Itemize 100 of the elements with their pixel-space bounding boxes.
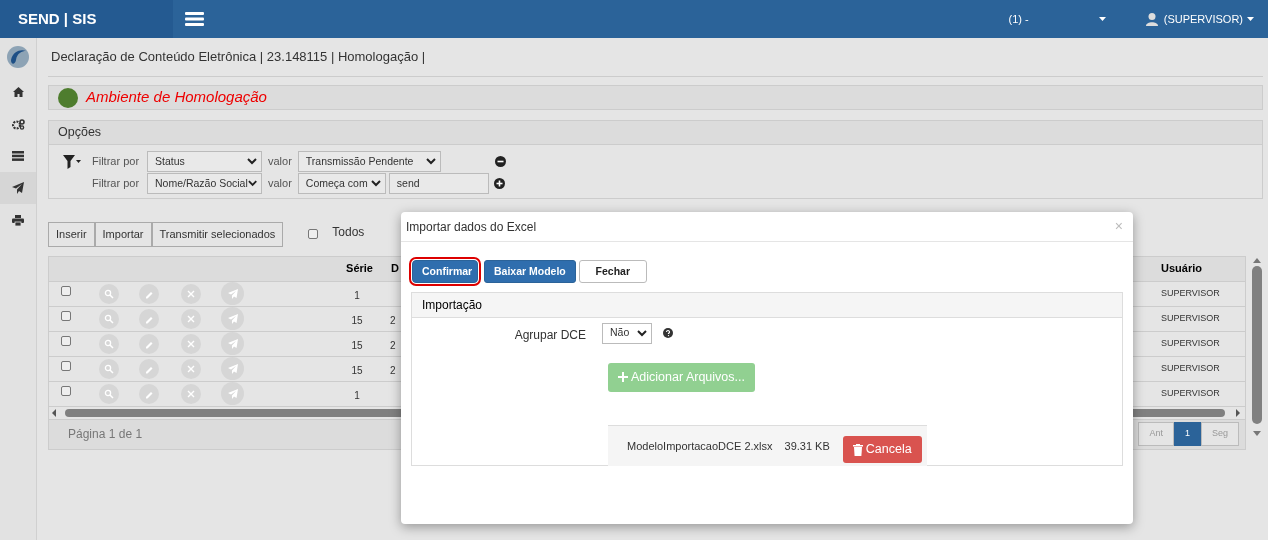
filter-icon[interactable]	[63, 155, 81, 169]
checkbox[interactable]	[308, 229, 319, 240]
table-cell-text: 2	[390, 314, 397, 328]
close-icon	[186, 313, 196, 324]
list-icon[interactable]	[12, 151, 24, 161]
action-button[interactable]	[221, 382, 244, 405]
table-cell-text: SUPERVISOR	[1161, 336, 1221, 350]
company-selector[interactable]: (1) -	[1008, 10, 1029, 28]
page-button[interactable]: 1	[1173, 422, 1201, 446]
checkbox-label: Todos	[332, 224, 365, 242]
table-cell-text: SUPERVISOR	[1161, 386, 1221, 400]
toolbar-button[interactable]: Importar	[94, 222, 152, 247]
close-icon	[186, 363, 196, 374]
home-icon[interactable]	[12, 87, 24, 97]
row-checkbox[interactable]	[61, 285, 71, 296]
table-cell-text: SUPERVISOR	[1161, 361, 1221, 375]
action-button[interactable]	[139, 383, 159, 404]
chevron-icon	[247, 158, 257, 165]
field-label: valor	[268, 176, 292, 192]
action-button[interactable]	[221, 307, 244, 330]
row-checkbox[interactable]	[61, 335, 71, 346]
gears-icon[interactable]	[11, 118, 25, 130]
close-icon	[186, 338, 196, 349]
column-header: Série	[345, 261, 373, 277]
row-checkbox[interactable]	[61, 310, 71, 321]
table-cell-text: SUPERVISOR	[1161, 311, 1221, 325]
table-cell-text: 15	[350, 339, 364, 353]
action-button[interactable]	[99, 383, 119, 404]
table-cell-text: 15	[350, 314, 364, 328]
action-button[interactable]	[99, 358, 119, 379]
filter-select[interactable]: Nome/Razão Social	[147, 173, 262, 194]
caret-icon	[1098, 17, 1106, 21]
action-button[interactable]	[181, 333, 201, 354]
field-label: valor	[268, 154, 292, 170]
file-name: ModeloImportacaoDCE 2.xlsx	[627, 438, 773, 454]
user-menu[interactable]: (SUPERVISOR)	[1163, 10, 1243, 28]
value-select[interactable]: Transmissão Pendente	[297, 151, 441, 172]
breadcrumb: Declaração de Conteúdo Eletrônica | 23.148115 | Homologação |	[51, 48, 426, 67]
status-dot	[58, 87, 78, 108]
add-filter-icon[interactable]	[493, 178, 505, 189]
send-icon[interactable]	[12, 182, 24, 194]
help-icon[interactable]	[663, 328, 673, 338]
caret-icon	[1247, 17, 1254, 21]
send-icon	[227, 363, 238, 374]
row-checkbox[interactable]	[61, 360, 71, 371]
table-cell-text: SUPERVISOR	[1161, 286, 1221, 300]
row-checkbox[interactable]	[61, 385, 71, 396]
action-button[interactable]	[139, 283, 159, 304]
printer-icon[interactable]	[12, 214, 24, 226]
menu-icon[interactable]	[185, 12, 204, 26]
action-button[interactable]	[181, 358, 201, 379]
dialog-button[interactable]: Confirmar	[412, 260, 478, 283]
field-label: Filtrar por	[92, 154, 141, 170]
toolbar-button[interactable]: Transmitir selecionados	[151, 222, 284, 247]
search-icon	[104, 388, 114, 399]
file-size: 39.31 KB	[784, 438, 830, 454]
table-cell-text: 1	[353, 289, 361, 303]
trash-icon	[852, 443, 863, 456]
action-button[interactable]	[221, 282, 244, 305]
action-button[interactable]	[99, 308, 119, 329]
action-button[interactable]	[221, 357, 244, 380]
search-icon	[104, 363, 114, 374]
action-button[interactable]	[99, 283, 119, 304]
action-button[interactable]	[181, 283, 201, 304]
cancel-button[interactable]: Cancela	[842, 436, 922, 464]
filter-select[interactable]: Status	[147, 151, 262, 172]
action-button[interactable]	[181, 308, 201, 329]
close-icon	[186, 288, 196, 299]
send-icon	[227, 388, 238, 399]
dialog-button[interactable]: Baixar Modelo	[484, 260, 576, 283]
field-label: Filtrar por	[92, 176, 141, 192]
table-cell-text: 2	[390, 339, 397, 353]
dialog-button[interactable]: Fechar	[578, 260, 647, 283]
page-summary: Página 1 de 1	[68, 426, 143, 443]
action-button[interactable]	[181, 383, 201, 404]
remove-filter-icon[interactable]	[494, 156, 506, 167]
panel-title: Opções	[58, 124, 102, 142]
chevron-icon	[370, 180, 381, 187]
action-button[interactable]	[139, 333, 159, 354]
chevron-icon	[637, 329, 647, 337]
send-icon	[227, 338, 238, 349]
column-header: Usuário	[1161, 261, 1203, 277]
toolbar-button[interactable]: Inserir	[48, 222, 95, 247]
close-icon	[186, 388, 196, 399]
table-cell-text: 2	[390, 364, 397, 378]
send-icon	[227, 313, 238, 324]
input-field[interactable]: send	[388, 173, 489, 194]
search-icon	[104, 338, 114, 349]
action-button[interactable]	[221, 332, 244, 355]
operator-select[interactable]: Começa com	[297, 173, 386, 194]
column-header: D	[391, 261, 400, 277]
search-icon	[104, 288, 114, 299]
action-button[interactable]	[139, 358, 159, 379]
app-logo-icon[interactable]	[7, 46, 29, 68]
chevron-icon	[425, 158, 436, 165]
table-cell-text: 1	[353, 389, 361, 403]
group-select[interactable]: Não	[602, 322, 652, 344]
plus-icon	[618, 372, 628, 383]
action-button[interactable]	[139, 308, 159, 329]
action-button[interactable]	[99, 333, 119, 354]
